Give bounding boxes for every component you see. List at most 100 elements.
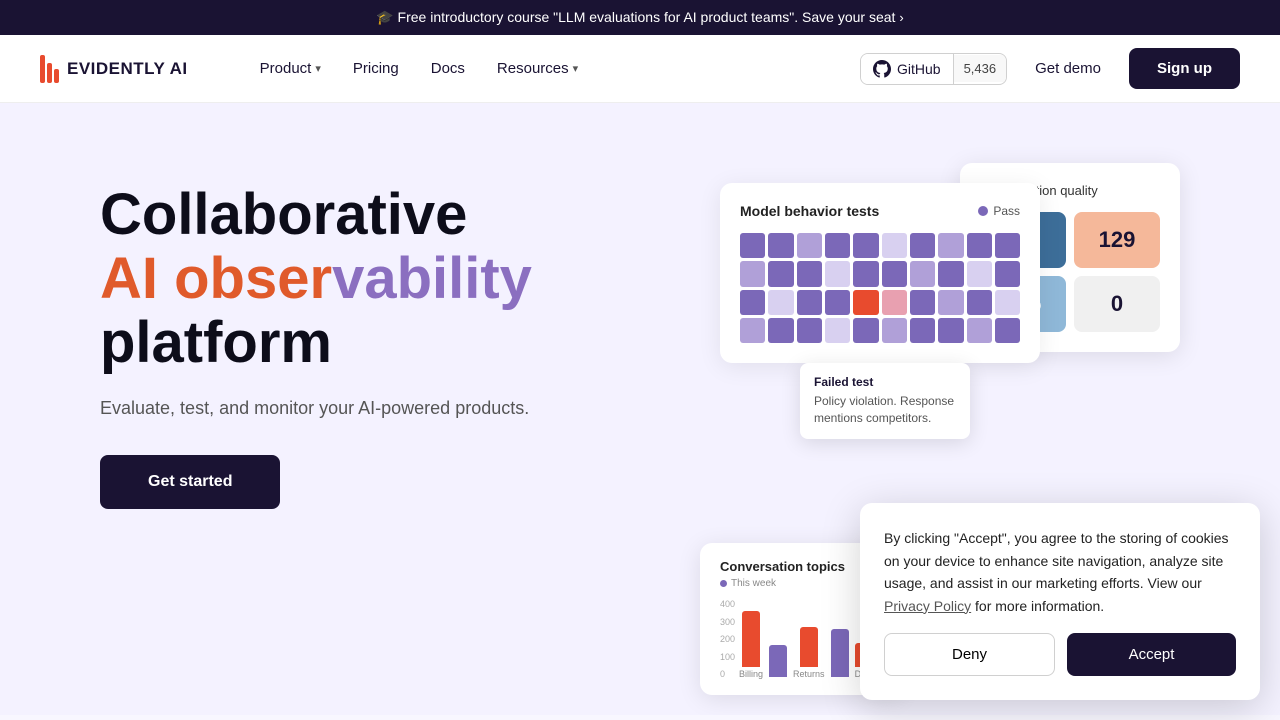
top-banner[interactable]: 🎓 Free introductory course "LLM evaluati…	[0, 0, 1280, 35]
bar-red	[800, 627, 818, 667]
hm-cell	[768, 318, 793, 343]
hm-cell	[910, 318, 935, 343]
nav-resources[interactable]: Resources ▾	[485, 52, 590, 85]
get-demo-link[interactable]: Get demo	[1023, 52, 1113, 85]
y-axis: 400 300 200 100 0	[720, 599, 735, 679]
logo[interactable]: EVIDENTLY AI	[40, 55, 188, 83]
hm-cell	[882, 290, 907, 315]
get-started-button[interactable]: Get started	[100, 455, 280, 509]
bar-purple	[769, 645, 787, 677]
hero-title-vability: vability	[332, 246, 532, 311]
bar-group-returns: Returns	[793, 627, 825, 679]
hm-cell	[995, 261, 1020, 286]
hero-title-ai: AI observability	[100, 246, 532, 311]
pass-dot	[978, 206, 988, 216]
hm-cell-red	[853, 290, 878, 315]
hero-left: Collaborative AI observability platform …	[100, 163, 680, 715]
failed-description: Policy violation. Response mentions comp…	[814, 393, 956, 427]
logo-icon	[40, 55, 59, 83]
bar-purple	[831, 629, 849, 677]
hm-cell	[967, 233, 992, 258]
bar-red	[742, 611, 760, 667]
hm-cell	[967, 318, 992, 343]
hero-title-obs: obser	[174, 246, 332, 311]
hm-cell	[938, 261, 963, 286]
bar-label: Billing	[739, 669, 763, 679]
model-header: Model behavior tests Pass	[740, 203, 1020, 219]
hero-subtitle: Evaluate, test, and monitor your AI-powe…	[100, 398, 680, 419]
github-button-main[interactable]: GitHub	[861, 54, 954, 84]
nav-product[interactable]: Product ▾	[248, 52, 333, 85]
cookie-link-suffix: for more information.	[971, 598, 1104, 614]
y-label: 400	[720, 599, 735, 609]
pass-badge: Pass	[978, 204, 1020, 218]
bar-label: Returns	[793, 669, 825, 679]
hm-cell	[938, 290, 963, 315]
hm-cell	[853, 261, 878, 286]
legend-label: This week	[731, 578, 776, 589]
logo-text: EVIDENTLY AI	[67, 59, 188, 79]
privacy-policy-link[interactable]: Privacy Policy	[884, 598, 971, 614]
nav-right: GitHub 5,436 Get demo Sign up	[860, 48, 1240, 89]
accept-button[interactable]: Accept	[1067, 633, 1236, 676]
y-label: 200	[720, 634, 735, 644]
github-button[interactable]: GitHub 5,436	[860, 53, 1007, 85]
hero-title-line1: Collaborative	[100, 182, 467, 247]
hm-cell	[825, 261, 850, 286]
hm-cell	[797, 261, 822, 286]
github-label: GitHub	[897, 61, 941, 77]
hm-cell	[768, 233, 793, 258]
hm-cell	[995, 233, 1020, 258]
cookie-banner: By clicking "Accept", you agree to the s…	[860, 503, 1260, 700]
hm-cell	[797, 233, 822, 258]
hm-cell	[740, 261, 765, 286]
hm-cell	[825, 290, 850, 315]
y-label: 0	[720, 669, 735, 679]
cls-cell-129: 129	[1074, 212, 1160, 268]
hm-cell	[853, 318, 878, 343]
bar-group-returns-purple	[831, 629, 849, 679]
resources-chevron-icon: ▾	[573, 62, 579, 75]
model-behavior-card: Model behavior tests Pass	[720, 183, 1040, 363]
nav-docs[interactable]: Docs	[419, 52, 477, 85]
sign-up-button[interactable]: Sign up	[1129, 48, 1240, 89]
hm-cell	[768, 290, 793, 315]
banner-arrow: ›	[899, 10, 903, 25]
hm-cell	[825, 318, 850, 343]
hm-cell	[967, 261, 992, 286]
hm-cell	[882, 261, 907, 286]
failed-title: Failed test	[814, 375, 956, 389]
bar-group-billing: Billing	[739, 611, 763, 679]
deny-button[interactable]: Deny	[884, 633, 1055, 676]
hm-cell	[995, 290, 1020, 315]
logo-bar-2	[47, 63, 52, 83]
hm-cell	[910, 233, 935, 258]
navbar: EVIDENTLY AI Product ▾ Pricing Docs Reso…	[0, 35, 1280, 103]
nav-pricing[interactable]: Pricing	[341, 52, 411, 85]
pass-label: Pass	[993, 204, 1020, 218]
hm-cell	[825, 233, 850, 258]
hm-cell	[740, 318, 765, 343]
conversation-title: Conversation topics	[720, 559, 880, 574]
hm-cell	[938, 318, 963, 343]
hm-cell	[740, 290, 765, 315]
github-count: 5,436	[954, 55, 1007, 82]
cookie-actions: Deny Accept	[884, 633, 1236, 676]
bar-group-billing-purple	[769, 645, 787, 679]
legend-dot	[720, 580, 727, 587]
product-chevron-icon: ▾	[315, 62, 321, 75]
cookie-text: By clicking "Accept", you agree to the s…	[884, 527, 1236, 617]
heatmap	[740, 233, 1020, 343]
hm-cell	[853, 233, 878, 258]
y-label: 300	[720, 617, 735, 627]
banner-text: 🎓 Free introductory course "LLM evaluati…	[376, 9, 895, 26]
nav-links: Product ▾ Pricing Docs Resources ▾	[248, 52, 860, 85]
hm-cell	[910, 290, 935, 315]
hm-cell	[995, 318, 1020, 343]
conversation-legend: This week	[720, 578, 880, 589]
hm-cell	[882, 233, 907, 258]
failed-tooltip: Failed test Policy violation. Response m…	[800, 363, 970, 439]
hm-cell	[882, 318, 907, 343]
hero-title: Collaborative AI observability platform	[100, 183, 680, 374]
y-label: 100	[720, 652, 735, 662]
